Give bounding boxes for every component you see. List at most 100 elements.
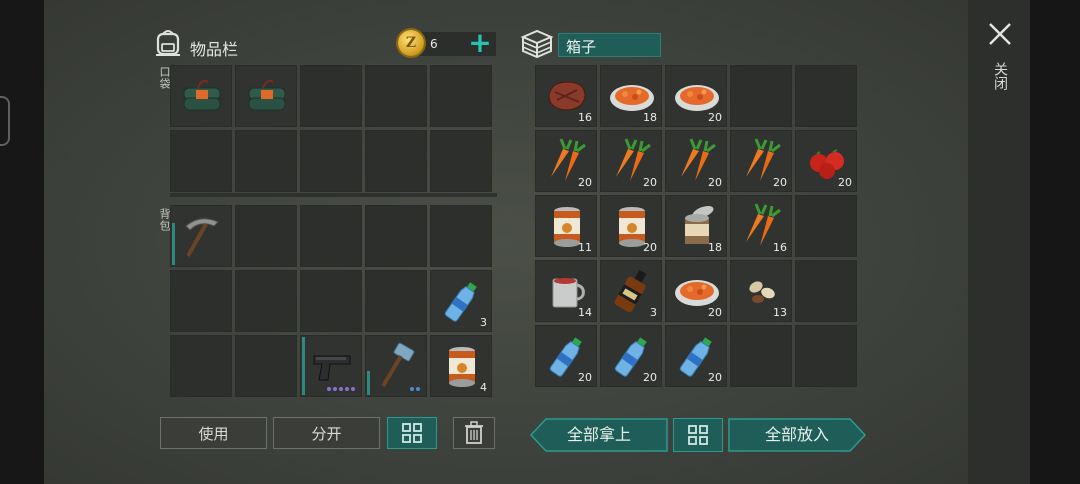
slot-stew-bowl[interactable]: 20 bbox=[665, 65, 727, 127]
split-button[interactable]: 分开 bbox=[273, 417, 380, 449]
sort-inventory-button[interactable] bbox=[387, 417, 437, 449]
empty-slot[interactable] bbox=[795, 65, 857, 127]
item-count: 16 bbox=[773, 241, 787, 254]
empty-slot[interactable] bbox=[300, 65, 362, 127]
empty-slot[interactable] bbox=[365, 205, 427, 267]
item-count: 18 bbox=[643, 111, 657, 124]
item-count: 11 bbox=[578, 241, 592, 254]
empty-slot[interactable] bbox=[365, 65, 427, 127]
empty-slot[interactable] bbox=[430, 205, 492, 267]
close-icon[interactable] bbox=[986, 20, 1014, 48]
slot-carrots[interactable]: 20 bbox=[665, 130, 727, 192]
whiskey-bottle-icon bbox=[608, 267, 656, 315]
empty-slot[interactable] bbox=[235, 270, 297, 332]
slot-carrots[interactable]: 20 bbox=[600, 130, 662, 192]
empty-slot[interactable] bbox=[235, 335, 297, 397]
durability-bar bbox=[367, 371, 370, 395]
coin-icon: Z bbox=[398, 30, 424, 56]
box-icon bbox=[520, 29, 554, 59]
slot-carrots[interactable]: 16 bbox=[730, 195, 792, 257]
item-count: 18 bbox=[708, 241, 722, 254]
item-count: 3 bbox=[480, 316, 487, 329]
quality-dots bbox=[327, 387, 355, 391]
grid-sort-icon bbox=[688, 425, 708, 445]
slot-water-bottle[interactable]: 20 bbox=[665, 325, 727, 387]
slot-pistol[interactable] bbox=[300, 335, 362, 397]
box-title: 箱子 bbox=[566, 38, 597, 56]
empty-slot[interactable] bbox=[730, 325, 792, 387]
slot-dynamite-pack[interactable] bbox=[170, 65, 232, 127]
empty-slot[interactable] bbox=[730, 65, 792, 127]
left-screen-edge bbox=[0, 0, 44, 484]
item-count: 20 bbox=[643, 176, 657, 189]
canned-food-icon bbox=[438, 342, 486, 390]
item-count: 20 bbox=[838, 176, 852, 189]
empty-slot[interactable] bbox=[300, 270, 362, 332]
put-all-button[interactable]: 全部放入 bbox=[728, 418, 866, 452]
edge-handle bbox=[0, 96, 10, 146]
item-count: 20 bbox=[578, 176, 592, 189]
item-count: 20 bbox=[708, 176, 722, 189]
slot-stew-bowl[interactable]: 18 bbox=[600, 65, 662, 127]
slot-water-bottle[interactable]: 20 bbox=[535, 325, 597, 387]
item-count: 20 bbox=[708, 306, 722, 319]
item-count: 20 bbox=[708, 111, 722, 124]
slot-seeds[interactable]: 13 bbox=[730, 260, 792, 322]
slot-carrots[interactable]: 20 bbox=[730, 130, 792, 192]
slot-carrots[interactable]: 20 bbox=[535, 130, 597, 192]
item-count: 3 bbox=[650, 306, 657, 319]
add-coins-button[interactable]: + bbox=[466, 29, 494, 58]
empty-slot[interactable] bbox=[235, 205, 297, 267]
item-count: 20 bbox=[773, 176, 787, 189]
sort-container-button[interactable] bbox=[673, 418, 723, 452]
close-label[interactable]: 关闭 bbox=[990, 62, 1010, 90]
durability-bar bbox=[302, 337, 305, 395]
grid-sort-icon bbox=[402, 423, 422, 443]
item-count: 14 bbox=[578, 306, 592, 319]
take-all-button[interactable]: 全部拿上 bbox=[530, 418, 668, 452]
empty-slot[interactable] bbox=[795, 260, 857, 322]
slot-canned-food[interactable]: 11 bbox=[535, 195, 597, 257]
slot-stew-bowl[interactable]: 20 bbox=[665, 260, 727, 322]
dynamite-pack-icon bbox=[178, 72, 226, 120]
use-button[interactable]: 使用 bbox=[160, 417, 267, 449]
water-bottle-icon bbox=[438, 277, 486, 325]
put-all-label: 全部放入 bbox=[764, 425, 829, 444]
empty-slot[interactable] bbox=[235, 130, 297, 192]
empty-slot[interactable] bbox=[300, 205, 362, 267]
empty-slot[interactable] bbox=[170, 130, 232, 192]
empty-slot[interactable] bbox=[365, 130, 427, 192]
slot-canned-food[interactable]: 20 bbox=[600, 195, 662, 257]
right-screen-edge bbox=[1030, 0, 1080, 484]
empty-slot[interactable] bbox=[795, 195, 857, 257]
item-count: 20 bbox=[643, 241, 657, 254]
empty-slot[interactable] bbox=[170, 335, 232, 397]
slot-tomatoes[interactable]: 20 bbox=[795, 130, 857, 192]
take-all-label: 全部拿上 bbox=[566, 425, 631, 444]
slot-open-can[interactable]: 18 bbox=[665, 195, 727, 257]
empty-slot[interactable] bbox=[430, 65, 492, 127]
empty-slot[interactable] bbox=[300, 130, 362, 192]
empty-slot[interactable] bbox=[170, 270, 232, 332]
slot-dynamite-pack[interactable] bbox=[235, 65, 297, 127]
slot-water-bottle[interactable]: 20 bbox=[600, 325, 662, 387]
slot-water-bottle[interactable]: 3 bbox=[430, 270, 492, 332]
slot-tea-mug[interactable]: 14 bbox=[535, 260, 597, 322]
slot-pickaxe[interactable] bbox=[170, 205, 232, 267]
empty-slot[interactable] bbox=[430, 130, 492, 192]
item-count: 16 bbox=[578, 111, 592, 124]
discard-button[interactable] bbox=[453, 417, 495, 449]
slot-steak[interactable]: 16 bbox=[535, 65, 597, 127]
dynamite-pack-icon bbox=[243, 72, 291, 120]
pickaxe-icon bbox=[178, 212, 226, 260]
slot-whiskey-bottle[interactable]: 3 bbox=[600, 260, 662, 322]
empty-slot[interactable] bbox=[365, 270, 427, 332]
coin-count: 6 bbox=[430, 37, 438, 51]
trash-icon bbox=[465, 421, 483, 444]
pistol-icon bbox=[308, 342, 356, 390]
slot-canned-food[interactable]: 4 bbox=[430, 335, 492, 397]
item-count: 13 bbox=[773, 306, 787, 319]
item-count: 20 bbox=[643, 371, 657, 384]
empty-slot[interactable] bbox=[795, 325, 857, 387]
slot-hammer[interactable] bbox=[365, 335, 427, 397]
